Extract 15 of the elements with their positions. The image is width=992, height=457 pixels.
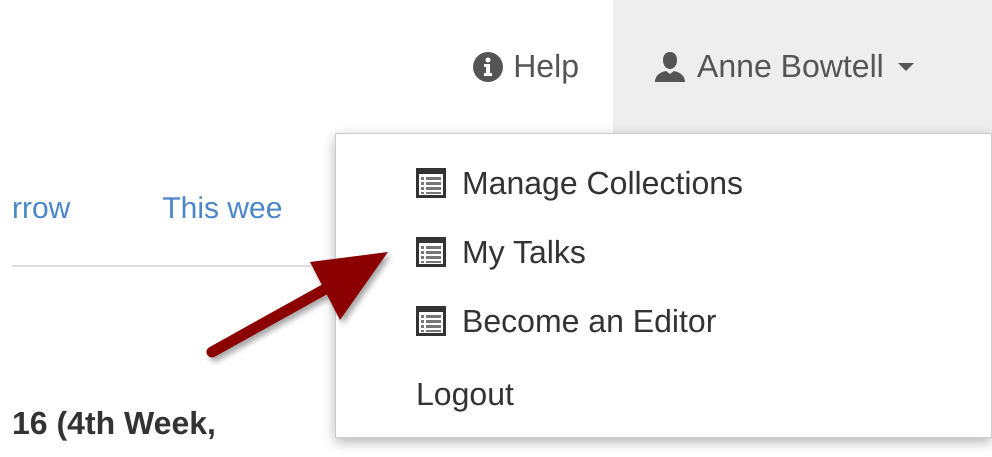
- menu-item[interactable]: Become an Editor: [416, 300, 991, 342]
- tab-link[interactable]: This wee: [162, 192, 282, 226]
- help-link[interactable]: Help: [439, 0, 613, 133]
- list-icon: [416, 237, 446, 267]
- menu-item[interactable]: Logout: [416, 373, 991, 415]
- info-icon: [473, 52, 504, 82]
- caret-icon: [898, 62, 914, 70]
- user-icon: [653, 50, 687, 84]
- user-menu-toggle[interactable]: Anne Bowtell: [613, 0, 992, 133]
- list-icon: [416, 168, 446, 198]
- menu-item[interactable]: My Talks: [416, 231, 991, 273]
- tab-link[interactable]: rrow: [12, 192, 70, 226]
- menu-item[interactable]: Manage Collections: [416, 162, 991, 204]
- list-icon: [416, 306, 446, 336]
- page-heading: 16 (4th Week,: [12, 405, 217, 442]
